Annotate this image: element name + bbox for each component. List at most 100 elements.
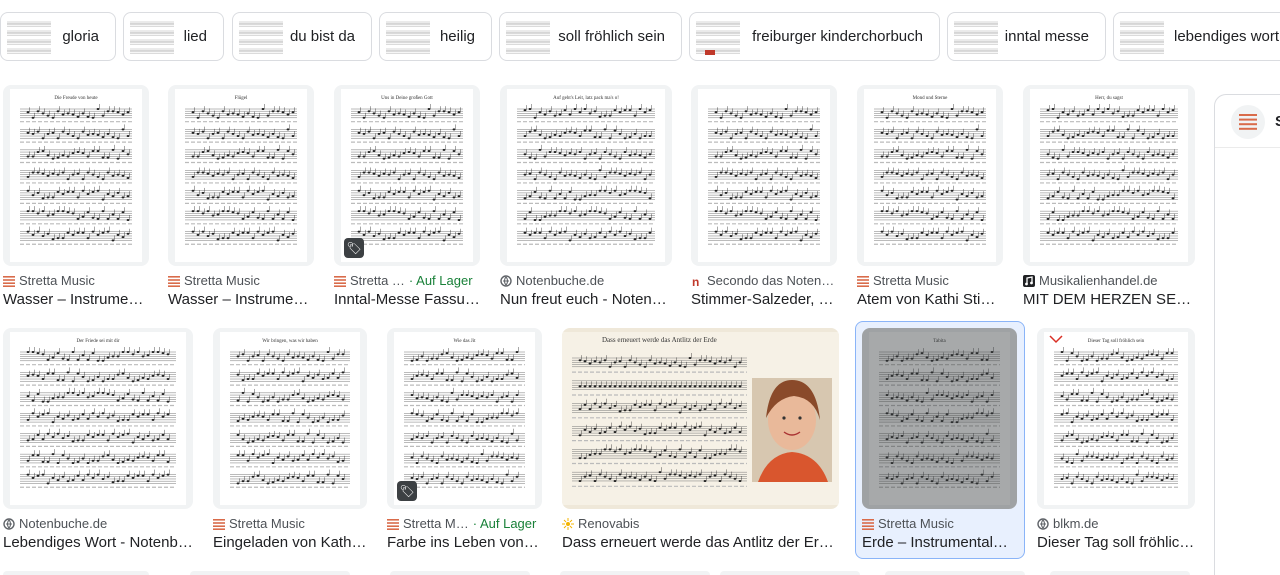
source-name: Stretta Music bbox=[229, 516, 305, 531]
chip-freiburger-kinderchorbuch[interactable]: freiburger kinderchorbuch bbox=[689, 12, 940, 61]
svg-text:n: n bbox=[692, 275, 699, 287]
next-row-peek bbox=[0, 571, 1200, 575]
result-source: Stretta Music bbox=[857, 273, 1003, 288]
result-title[interactable]: Nun freut euch - Notenb… bbox=[500, 291, 672, 308]
source-name: Stretta M… bbox=[403, 516, 469, 531]
stretta-icon bbox=[857, 275, 869, 287]
chip-thumbnail bbox=[693, 16, 743, 57]
result-source: n Secondo das Noten… bbox=[691, 273, 837, 288]
sheet-heading: Dass erneuert werde das Antlitz der Erde bbox=[602, 336, 717, 344]
sheet-heading: Der Friede sei mit dir bbox=[76, 339, 119, 344]
result-title[interactable]: Dieser Tag soll fröhlic… bbox=[1037, 534, 1195, 551]
result-title[interactable]: Eingeladen von Kathi… bbox=[213, 534, 367, 551]
chip-thumbnail bbox=[4, 16, 54, 57]
notenbuche-icon bbox=[500, 274, 512, 287]
source-name: Stretta Music bbox=[19, 273, 95, 288]
stretta-icon bbox=[213, 518, 225, 530]
source-name: Stretta Music bbox=[878, 516, 954, 531]
chip-gloria[interactable]: gloria bbox=[0, 12, 116, 61]
sheet-music-thumbnail: Dieser Tag soll fröhlich sein bbox=[1037, 328, 1195, 509]
related-search-chips: gloria lied du bist da heilig soll fröhl… bbox=[0, 12, 1280, 62]
divider bbox=[1215, 147, 1280, 148]
sheet-heading: Mond und Sterne bbox=[913, 96, 949, 101]
chip-thumbnail bbox=[951, 16, 1001, 57]
sheet-music-thumbnail: Auf geht's Leit, latz pack ma's o! bbox=[500, 85, 672, 266]
stretta-icon bbox=[334, 275, 346, 287]
chip-thumbnail bbox=[236, 16, 286, 57]
chip-lebendiges-wort[interactable]: lebendiges wort bbox=[1113, 12, 1280, 61]
result-title[interactable]: Farbe ins Leben von … bbox=[387, 534, 542, 551]
result-title[interactable]: Dass erneuert werde das Antlitz der Erd… bbox=[562, 534, 839, 551]
chip-label: soll fröhlich sein bbox=[558, 28, 665, 45]
sheet-music-thumbnail: Wir bringen, was wir haben bbox=[213, 328, 367, 509]
result-source: Stretta M… · Auf Lager bbox=[387, 516, 542, 531]
blkm-icon bbox=[1037, 517, 1049, 530]
renovabis-icon bbox=[562, 517, 574, 530]
sheet-music-thumbnail: Tabita bbox=[862, 328, 1017, 509]
chip-label: freiburger kinderchorbuch bbox=[752, 28, 923, 45]
result-source: Stretta Music bbox=[213, 516, 367, 531]
chip-heilig[interactable]: heilig bbox=[379, 12, 492, 61]
result-source: Notenbuche.de bbox=[500, 273, 672, 288]
chip-label: lied bbox=[183, 28, 207, 45]
chip-inntal-messe[interactable]: inntal messe bbox=[947, 12, 1106, 61]
source-name: Renovabis bbox=[578, 516, 640, 531]
chip-lied[interactable]: lied bbox=[123, 12, 224, 61]
panel-title[interactable]: S bbox=[1275, 113, 1280, 130]
product-tag-icon: 🏷 bbox=[397, 481, 417, 501]
sheet-heading: Auf geht's Leit, latz pack ma's o! bbox=[553, 96, 619, 101]
sheet-heading: Herr, du sagst bbox=[1095, 96, 1123, 101]
chip-soll-froehlich-sein[interactable]: soll fröhlich sein bbox=[499, 12, 682, 61]
stretta-icon bbox=[862, 518, 874, 530]
chip-thumbnail bbox=[503, 16, 553, 57]
chip-thumbnail bbox=[383, 16, 433, 57]
in-stock-label: · Auf Lager bbox=[472, 516, 537, 531]
chip-label: inntal messe bbox=[1004, 28, 1089, 45]
sheet-music-thumbnail: Wie das Jit 🏷 bbox=[387, 328, 542, 509]
chip-label: gloria bbox=[62, 28, 99, 45]
result-source: blkm.de bbox=[1037, 516, 1195, 531]
chip-label: heilig bbox=[439, 28, 475, 45]
sheet-music-thumbnail bbox=[691, 85, 837, 266]
sheet-music-thumbnail: Flügel bbox=[168, 85, 314, 266]
result-title[interactable]: Inntal-Messe Fassu… bbox=[334, 291, 480, 308]
chip-thumbnail bbox=[127, 16, 177, 57]
source-name: blkm.de bbox=[1053, 516, 1099, 531]
result-title[interactable]: Wasser – Instrumen… bbox=[3, 291, 149, 308]
result-source: Stretta … · Auf Lager bbox=[334, 273, 480, 288]
sheet-music-thumbnail: Mond und Sterne bbox=[857, 85, 1003, 266]
sheet-heading: Flügel bbox=[235, 96, 248, 101]
result-source: Renovabis bbox=[562, 516, 839, 531]
musikalienhandel-icon bbox=[1023, 274, 1035, 287]
preview-side-panel: S bbox=[1214, 94, 1280, 575]
stretta-icon bbox=[168, 275, 180, 287]
result-title[interactable]: Stimmer-Salzeder, … bbox=[691, 291, 837, 308]
sheet-heading: Die Freude von heute bbox=[54, 96, 98, 101]
sheet-music-thumbnail: Die Freude von heute bbox=[3, 85, 149, 266]
sheet-heading: Dieser Tag soll fröhlich sein bbox=[1088, 339, 1145, 344]
sheet-heading: Wie das Jit bbox=[453, 339, 476, 344]
result-title[interactable]: Lebendiges Wort - Notenb… bbox=[3, 534, 193, 551]
source-name: Musikalienhandel.de bbox=[1039, 273, 1158, 288]
result-source: Stretta Music bbox=[862, 516, 1017, 531]
result-source: Notenbuche.de bbox=[3, 516, 193, 531]
in-stock-label: · Auf Lager bbox=[408, 273, 473, 288]
source-name: Secondo das Noten… bbox=[707, 273, 835, 288]
stretta-icon bbox=[3, 275, 15, 287]
chip-du-bist-da[interactable]: du bist da bbox=[232, 12, 372, 61]
chip-label: du bist da bbox=[289, 28, 355, 45]
stretta-icon bbox=[1231, 105, 1265, 139]
chip-label: lebendiges wort bbox=[1174, 28, 1280, 45]
result-source: Stretta Music bbox=[168, 273, 314, 288]
sheet-heading: Wir bringen, was wir haben bbox=[262, 339, 318, 344]
result-title[interactable]: Erde – Instrumental… bbox=[862, 534, 1017, 551]
result-title[interactable]: Wasser – Instrumen… bbox=[168, 291, 314, 308]
product-tag-icon: 🏷 bbox=[344, 238, 364, 258]
secondo-icon: n bbox=[691, 275, 703, 289]
chip-thumbnail bbox=[1117, 16, 1167, 57]
source-name: Notenbuche.de bbox=[516, 273, 605, 288]
sheet-heading: Uns in Deine großen Gott bbox=[381, 96, 433, 101]
result-title[interactable]: Atem von Kathi Sti… bbox=[857, 291, 1003, 308]
result-source: Stretta Music bbox=[3, 273, 149, 288]
result-title[interactable]: MIT DEM HERZEN SE… bbox=[1023, 291, 1195, 308]
